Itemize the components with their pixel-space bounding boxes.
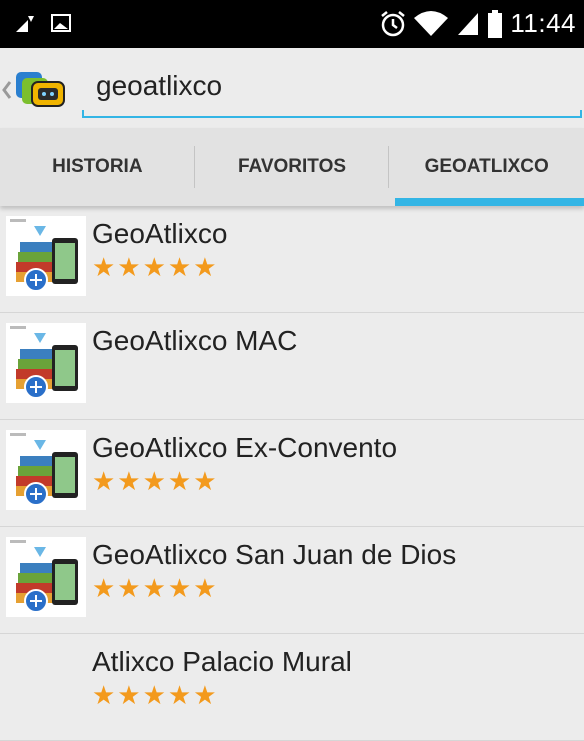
list-item[interactable]: GeoAtlixco ★★★★★: [0, 206, 584, 313]
tab-bar: HISTORIA FAVORITOS GEOATLIXCO: [0, 128, 584, 206]
tab-geoatlixco[interactable]: GEOATLIXCO: [389, 128, 584, 206]
list-item[interactable]: GeoAtlixco San Juan de Dios ★★★★★: [0, 527, 584, 634]
tab-favoritos[interactable]: FAVORITOS: [195, 128, 390, 206]
app-logo-icon[interactable]: [2, 68, 74, 112]
result-title: GeoAtlixco Ex-Convento: [92, 432, 398, 463]
app-thumbnail-icon: [6, 216, 86, 296]
image-icon: [51, 14, 71, 32]
battery-icon: [488, 9, 503, 38]
status-bar: 11:44: [0, 0, 584, 48]
star-rating: ★★★★★: [92, 466, 219, 496]
list-item[interactable]: GeoAtlixco Ex-Convento ★★★★★: [0, 420, 584, 527]
app-thumbnail-icon: [6, 323, 86, 403]
active-tab-indicator: [395, 198, 584, 206]
wifi-icon: [414, 10, 449, 36]
results-list: GeoAtlixco ★★★★★ GeoAtlixco MAC GeoAtlix…: [0, 206, 584, 741]
result-title: GeoAtlixco MAC: [92, 325, 298, 356]
tab-label: GEOATLIXCO: [424, 156, 549, 177]
search-input-underline: [82, 110, 582, 118]
search-action-bar: geoatlixco: [0, 48, 584, 128]
result-title: Atlixco Palacio Mural: [92, 646, 352, 677]
status-right-icons: 11:44: [380, 8, 576, 39]
tab-label: FAVORITOS: [237, 156, 347, 177]
app-thumbnail-icon: [6, 537, 86, 617]
star-rating: ★★★★★: [92, 573, 219, 603]
star-rating: ★★★★★: [92, 252, 219, 282]
result-title: GeoAtlixco: [92, 218, 228, 249]
signal-icon: [16, 16, 34, 32]
result-title: GeoAtlixco San Juan de Dios: [92, 539, 457, 570]
tab-historia[interactable]: HISTORIA: [0, 128, 195, 206]
alarm-icon: [381, 10, 406, 36]
star-rating: ★★★★★: [92, 680, 219, 710]
status-left-icons: [14, 12, 72, 34]
app-thumbnail-icon: [6, 430, 86, 510]
tab-label: HISTORIA: [52, 156, 143, 177]
list-item[interactable]: Atlixco Palacio Mural ★★★★★: [0, 634, 584, 741]
clock: 11:44: [510, 8, 576, 38]
search-input[interactable]: geoatlixco: [96, 70, 222, 102]
list-item[interactable]: GeoAtlixco MAC: [0, 313, 584, 420]
cell-signal-icon: [458, 12, 479, 35]
